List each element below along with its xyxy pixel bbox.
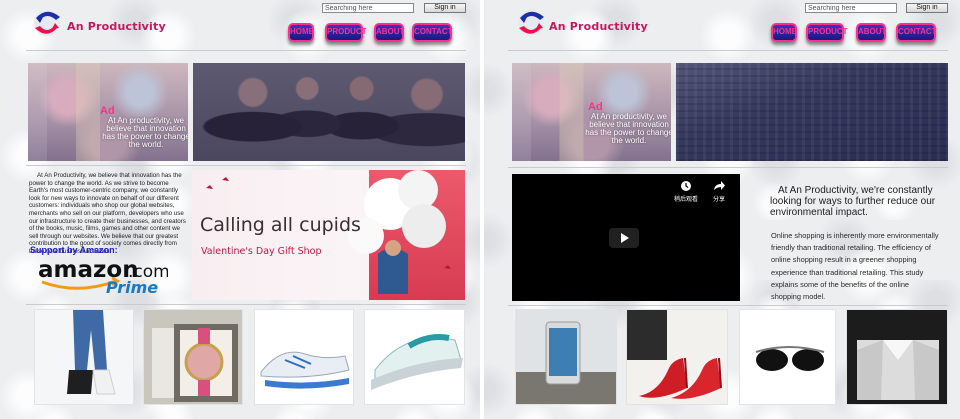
product-jeans-image[interactable] [34, 309, 134, 405]
nav-contact[interactable]: CONTACT [896, 23, 937, 42]
valentine-banner[interactable]: Calling all cupids Valentine's Day Gift … [192, 170, 465, 300]
play-icon[interactable] [609, 228, 639, 248]
products-divider [508, 305, 948, 306]
product-iron-image[interactable] [364, 309, 465, 405]
signin-button[interactable]: Sign in [906, 3, 948, 13]
article-body: Online shopping is inherently more envir… [771, 231, 939, 302]
product-red-heels-image[interactable] [626, 309, 728, 405]
product-watch-image[interactable] [143, 309, 243, 405]
product-sneakers-image[interactable] [254, 309, 354, 405]
hero-city-image [676, 63, 948, 161]
product-smartphone-image[interactable] [515, 309, 617, 405]
products-divider [26, 304, 466, 305]
nav-about[interactable]: ABOUT [374, 23, 404, 42]
section-divider [508, 167, 948, 168]
product-sunglasses-image[interactable] [739, 309, 836, 405]
nav-home[interactable]: HOME [288, 23, 314, 42]
section-divider [26, 165, 466, 166]
nav-about[interactable]: ABOUT [856, 23, 886, 42]
hero-store-image: Ad At An productivity, we believe that i… [28, 63, 188, 161]
about-text: At An Productivity, we believe that inno… [29, 172, 186, 255]
hero-text: At An productivity, we believe that inno… [102, 116, 188, 149]
brand-logo-icon [34, 10, 60, 36]
clock-icon[interactable] [680, 180, 692, 192]
banner-title: Calling all cupids [200, 214, 361, 236]
video-player[interactable]: 稍后观看 分享 [512, 174, 740, 301]
hero-business-image [193, 63, 465, 161]
support-label: Support by Amazon: [30, 245, 118, 255]
svg-text:Prime: Prime [106, 278, 158, 295]
nav-contact[interactable]: CONTACT [412, 23, 453, 42]
product-dress-shirt-image[interactable] [846, 309, 948, 405]
nav-product[interactable]: PRODUCT [325, 23, 367, 42]
brand-name: An Productivity [67, 20, 166, 33]
nav-product[interactable]: PRODUCT [806, 23, 848, 42]
signin-button[interactable]: Sign in [424, 3, 466, 13]
header-divider [26, 50, 466, 51]
watch-later-label[interactable]: 稍后观看 [674, 194, 698, 203]
brand-logo-icon [518, 10, 544, 36]
banner-subtitle: Valentine's Day Gift Shop [201, 246, 322, 257]
share-label[interactable]: 分享 [713, 194, 725, 203]
share-icon[interactable] [712, 180, 725, 192]
page-about: An Productivity Sign in HOME PRODUCT ABO… [484, 0, 960, 419]
page-home: An Productivity Sign in HOME PRODUCT ABO… [0, 0, 480, 419]
article-title: At An Productivity, we're constantly loo… [770, 185, 936, 218]
hero-store-image: Ad At An productivity, we believe that i… [512, 63, 671, 161]
nav-home[interactable]: HOME [771, 23, 797, 42]
header-divider [508, 50, 948, 51]
brand-name: An Productivity [549, 20, 648, 33]
amazon-prime-logo: amazon .com Prime [38, 257, 168, 295]
search-input[interactable] [322, 3, 414, 13]
search-input[interactable] [805, 3, 897, 13]
hero-text: At An productivity, we believe that inno… [585, 112, 671, 145]
